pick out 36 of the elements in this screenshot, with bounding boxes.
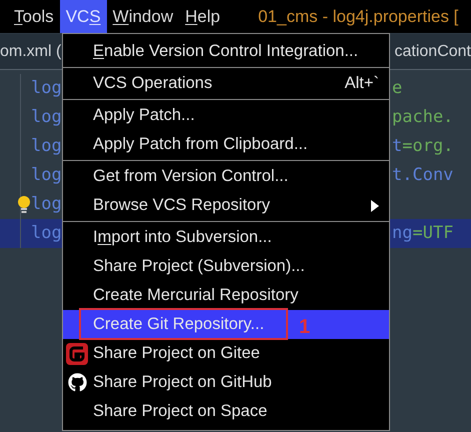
- code-text: log: [31, 164, 62, 187]
- menu-item[interactable]: Share Project (Subversion)...: [63, 252, 389, 281]
- menu-item[interactable]: VCS Operations Alt+`: [63, 69, 389, 98]
- menu-item[interactable]: Import into Subversion...: [63, 223, 389, 252]
- code-text: e: [391, 76, 404, 100]
- code-text: pache.: [391, 106, 454, 129]
- code-text: ng=UTF: [391, 222, 454, 245]
- gitee-logo-icon: [66, 343, 88, 365]
- menu-item[interactable]: Share Project on GitHub: [63, 368, 389, 397]
- code-text: log: [31, 106, 62, 129]
- code-text: log: [31, 222, 62, 245]
- menu-item[interactable]: Browse VCS Repository: [63, 191, 389, 220]
- code-text: t.Conv: [391, 164, 454, 187]
- code-text: log: [31, 135, 62, 158]
- menu-item[interactable]: Create Mercurial Repository: [63, 281, 389, 310]
- menu-bar-item[interactable]: Window: [106, 0, 180, 33]
- code-text: t=org.: [391, 134, 454, 158]
- menu-bar-item[interactable]: VCS: [60, 0, 107, 33]
- editor-tab[interactable]: om.xml (: [0, 40, 62, 64]
- code-text: log: [31, 77, 62, 100]
- menu-bar-item[interactable]: Help: [179, 0, 226, 33]
- shortcut-label: Alt+`: [344, 73, 379, 94]
- menu-item[interactable]: Get from Version Control...: [63, 162, 389, 191]
- menu-item[interactable]: Apply Patch...: [63, 101, 389, 130]
- editor-tab[interactable]: cationCont: [394, 40, 471, 64]
- menu-item[interactable]: Apply Patch from Clipboard...: [63, 130, 389, 159]
- callout-number: 1: [299, 315, 310, 340]
- code-text: log: [31, 193, 62, 216]
- window-title: 01_cms - log4j.properties [: [258, 6, 458, 28]
- menu-item[interactable]: Create Git Repository... 1: [63, 310, 389, 339]
- lightbulb-icon[interactable]: [17, 196, 31, 214]
- menu-item[interactable]: Enable Version Control Integration...: [63, 37, 389, 66]
- menu-bar-item[interactable]: Tools: [8, 0, 60, 33]
- github-logo-icon: [68, 373, 87, 392]
- menu-item[interactable]: Share Project on Gitee: [63, 339, 389, 368]
- menu-item[interactable]: Share Project on Space: [63, 397, 389, 426]
